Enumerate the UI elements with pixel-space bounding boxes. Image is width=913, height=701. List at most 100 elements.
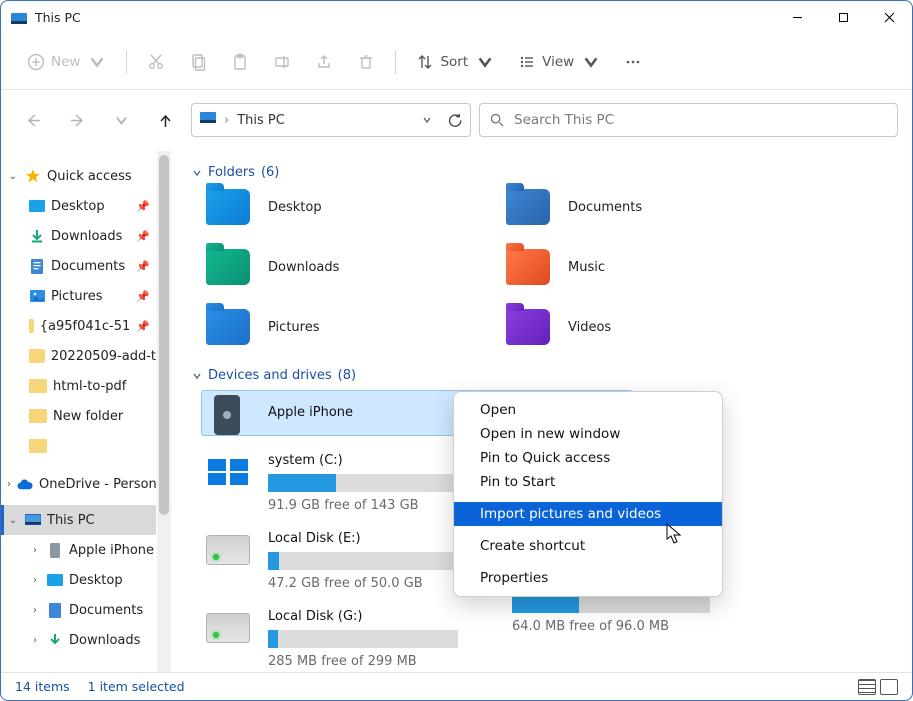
sidebar-scrollbar[interactable] [157,151,171,672]
sidebar-item-folder-5[interactable] [1,431,156,461]
download-icon [29,228,45,244]
sort-icon [416,53,434,71]
delete-button[interactable] [347,44,385,80]
download-icon [47,632,63,648]
drive-icon [206,613,250,643]
chevron-right-icon: › [29,635,41,646]
drive-icon [206,535,250,565]
share-button[interactable] [305,44,343,80]
sidebar-child-desktop[interactable]: ›Desktop [1,565,156,595]
status-bar: 14 items 1 item selected [1,672,912,700]
folder-icon [29,439,47,453]
nav-row: › This PC Search This PC [1,90,912,150]
section-folders[interactable]: Folders (6) [192,165,892,180]
minimize-button[interactable] [774,1,820,34]
sidebar-item-folder-1[interactable]: {a95f041c-51📌 [1,311,156,341]
sidebar-child-iphone[interactable]: ›Apple iPhone [1,535,156,565]
sidebar: ⌄ Quick access Desktop📌 Downloads📌 Docum… [1,151,156,672]
folder-downloads[interactable]: Downloads [206,248,486,286]
status-selected-count: 1 item selected [88,679,185,694]
windows-icon [206,457,250,487]
sort-button[interactable]: Sort [406,44,504,80]
view-button[interactable]: View [508,44,610,80]
cursor-icon [666,523,684,549]
address-text: This PC [237,113,285,128]
section-drives[interactable]: Devices and drives (8) [192,368,892,383]
quick-access-label: Quick access [47,169,132,184]
sidebar-item-folder-4[interactable]: New folder [1,401,156,431]
maximize-button[interactable] [820,1,866,34]
folder-icon [29,319,34,333]
plus-circle-icon [27,53,45,71]
recent-button[interactable] [103,102,139,138]
pin-icon: 📌 [136,320,150,333]
forward-button[interactable] [59,102,95,138]
rename-icon [273,53,291,71]
sidebar-item-desktop[interactable]: Desktop📌 [1,191,156,221]
folder-icon [29,409,47,423]
cut-icon [147,53,165,71]
sidebar-item-folder-2[interactable]: 20220509-add-t [1,341,156,371]
folder-desktop[interactable]: Desktop [206,188,486,226]
copy-button[interactable] [179,44,217,80]
sidebar-item-folder-3[interactable]: html-to-pdf [1,371,156,401]
pin-icon: 📌 [136,290,150,303]
paste-icon [231,53,249,71]
pc-icon [25,512,41,528]
pin-icon: 📌 [136,230,150,243]
search-input[interactable]: Search This PC [479,103,898,137]
sidebar-item-pictures[interactable]: Pictures📌 [1,281,156,311]
folder-music[interactable]: Music [506,248,786,286]
folder-pictures[interactable]: Pictures [206,308,486,346]
sidebar-child-downloads[interactable]: ›Downloads [1,625,156,655]
view-tiles-button[interactable] [880,679,898,695]
desktop-icon [29,198,45,214]
paste-button[interactable] [221,44,259,80]
close-button[interactable] [866,1,912,34]
up-button[interactable] [147,102,183,138]
rename-button[interactable] [263,44,301,80]
new-button[interactable]: New [17,44,116,80]
chevron-down-icon[interactable] [422,115,432,125]
folder-videos[interactable]: Videos [506,308,786,346]
cut-button[interactable] [137,44,175,80]
sidebar-item-documents[interactable]: Documents📌 [1,251,156,281]
sidebar-quick-access[interactable]: ⌄ Quick access [1,161,156,191]
ctx-pin-start[interactable]: Pin to Start [454,470,722,494]
more-button[interactable] [614,44,652,80]
drive-right-3[interactable]: 64.0 MB free of 96.0 MB [512,595,710,634]
view-label: View [542,54,574,70]
scrollbar-thumb[interactable] [159,155,169,515]
star-icon [25,168,41,184]
trash-icon [357,53,375,71]
address-bar[interactable]: › This PC [191,103,471,137]
ctx-open[interactable]: Open [454,398,722,422]
copy-icon [189,53,207,71]
back-button[interactable] [15,102,51,138]
view-details-button[interactable] [858,679,876,695]
folder-icon [29,379,47,393]
ctx-pin-quick-access[interactable]: Pin to Quick access [454,446,722,470]
sidebar-item-downloads[interactable]: Downloads📌 [1,221,156,251]
document-icon [29,258,45,274]
folder-documents[interactable]: Documents [506,188,786,226]
titlebar: This PC [1,1,912,34]
context-menu: Open Open in new window Pin to Quick acc… [453,391,723,597]
window-title: This PC [35,10,81,25]
app-icon [11,11,27,25]
chevron-right-icon: › [29,605,41,616]
chevron-down-icon [582,53,600,71]
sidebar-onedrive[interactable]: › OneDrive - Person [1,469,156,499]
desktop-icon [47,572,63,588]
ctx-properties[interactable]: Properties [454,566,722,590]
sidebar-child-documents[interactable]: ›Documents [1,595,156,625]
refresh-icon[interactable] [448,113,462,127]
ctx-open-new-window[interactable]: Open in new window [454,422,722,446]
ellipsis-icon [624,53,642,71]
pin-icon: 📌 [136,260,150,273]
sidebar-this-pc[interactable]: ⌄ This PC [1,505,156,535]
chevron-down-icon: ⌄ [7,171,19,182]
chevron-down-icon [192,371,202,381]
phone-icon [47,542,63,558]
chevron-right-icon: › [29,545,41,556]
